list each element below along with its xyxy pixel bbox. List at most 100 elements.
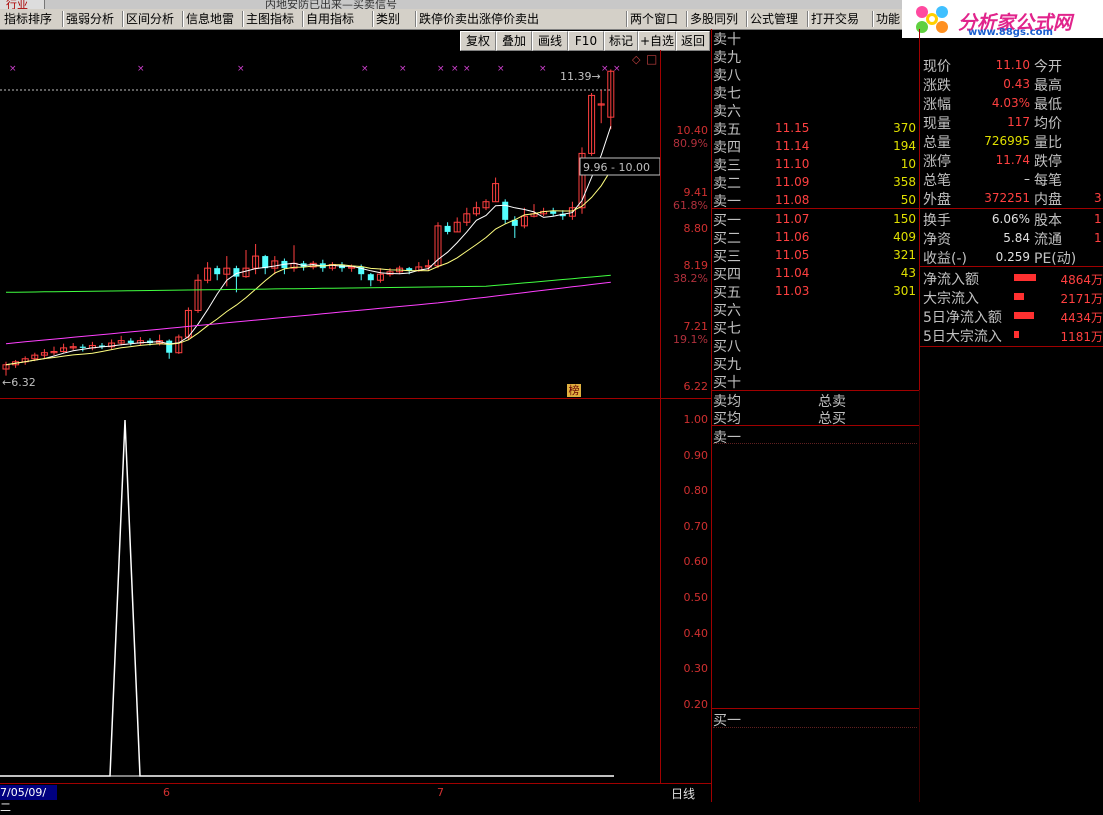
buy-level-label: 买一 [713,213,741,229]
stat-label: 总笔 [923,173,951,189]
stat-label: 涨停 [923,154,951,170]
stat-label: 净资 [923,232,951,248]
sell-level-price[interactable]: 11.09 [775,175,809,189]
indicator-tick: 0.80 [683,484,709,498]
signal-marker: × [361,64,369,74]
menu-item-9[interactable]: 多股同列 [690,10,738,28]
indicator-tick: 0.30 [683,662,709,676]
toolbar-button-5[interactable]: +自选 [638,31,676,51]
stat-label: 涨跌 [923,78,951,94]
flow-bar [1014,331,1019,338]
diamond-icon[interactable]: ◇ [632,53,640,66]
sell-level-price[interactable]: 11.10 [775,157,809,171]
buy-level-label: 买三 [713,249,741,265]
buy-level-price[interactable]: 11.05 [775,248,809,262]
sell-level-label: 卖六 [713,104,741,120]
menu-item-0[interactable]: 指标排序 [4,10,52,28]
toolbar-button-0[interactable]: 复权 [460,31,496,51]
menu-item-2[interactable]: 区间分析 [126,10,174,28]
menu-item-8[interactable]: 两个窗口 [630,10,678,28]
flow-label: 净流入额 [923,272,979,288]
stat-value: 726995 [984,134,1030,148]
candle-body-down [79,346,86,348]
signal-marker: × [137,64,145,74]
menu-item-11[interactable]: 打开交易 [811,10,859,28]
stat-label: 总量 [923,135,951,151]
signal-marker: × [451,64,459,74]
sell-level-label: 卖四 [713,140,741,156]
sell-level-price[interactable]: 11.08 [775,193,809,207]
list-badge[interactable]: 榜 [567,384,581,397]
stat-value: 11.10 [995,58,1030,72]
menu-item-10[interactable]: 公式管理 [750,10,798,28]
sell-level-price[interactable]: 11.14 [775,139,809,153]
buy-level-label: 买十 [713,375,741,391]
ma5-line [5,126,612,366]
candlestick-chart[interactable]: × × × × × × × × × × × ×11.39→←6.329.96 - 10.00 [0,50,660,398]
buy-level-label: 买七 [713,321,741,337]
buy-level-label: 买六 [713,303,741,319]
sell-level-label: 卖八 [713,68,741,84]
price-tick: 8.80 [683,222,709,235]
buy-level-volume: 301 [893,284,916,298]
logo-url: www.88gs.com [968,27,1053,38]
signal-marker: × [497,64,505,74]
period-label[interactable]: 日线 [671,785,695,802]
menu-item-5[interactable]: 自用指标 [306,10,354,28]
sell-level-label: 卖十 [713,32,741,48]
stat-label-2: 量比 [1034,135,1062,151]
toolbar-button-2[interactable]: 画线 [532,31,568,51]
signal-marker: × [539,64,547,74]
indicator-tick: 0.70 [683,519,709,533]
buy-level-price[interactable]: 11.04 [775,266,809,280]
toolbar-button-3[interactable]: F10 [568,31,604,51]
buy-level-label: 买五 [713,285,741,301]
pct-tick: 80.9% [673,137,708,150]
signal-marker: × [237,64,245,74]
menu-item-1[interactable]: 强弱分析 [66,10,114,28]
left-tab[interactable]: 行业 [0,0,45,9]
buy-level-volume: 321 [893,248,916,262]
sell-level-label: 卖一 [713,194,741,210]
flow-bar [1014,274,1036,281]
stat-label: 现价 [923,59,951,75]
buy-level-price[interactable]: 11.07 [775,212,809,226]
candle-body-down [444,225,451,232]
flow-value: 4864万 [1060,273,1103,287]
stat-value-2: 1 [1094,231,1102,245]
total-buy-label: 总买 [818,411,846,427]
stat-label-2: 跌停 [1034,154,1062,170]
toolbar-button-4[interactable]: 标记 [604,31,638,51]
range-label: 9.96 - 10.00 [583,161,650,174]
price-tick: 9.41 [683,186,709,199]
menu-item-7[interactable]: 跌停价卖出涨停价卖出 [419,10,539,28]
toolbar-button-1[interactable]: 叠加 [496,31,532,51]
stat-label-2: PE(动) [1034,251,1077,267]
ma10-line [5,170,612,366]
menu-item-12[interactable]: 功能 [876,10,900,28]
price-tick: 7.21 [683,320,709,333]
stat-label: 外盘 [923,192,951,208]
sell-level-price[interactable]: 11.15 [775,121,809,135]
candle-body-down [214,268,221,275]
menu-item-4[interactable]: 主图指标 [246,10,294,28]
menu-item-3[interactable]: 信息地雷 [186,10,234,28]
buy-level-price[interactable]: 11.06 [775,230,809,244]
pct-tick: 38.2% [673,272,708,285]
flow-label: 5日大宗流入 [923,329,1002,345]
toolbar-button-6[interactable]: 返回 [676,31,710,51]
box-icon[interactable]: □ [646,52,657,66]
indicator-tick: 0.40 [683,626,709,640]
flow-bar [1014,312,1034,319]
signal-marker: × [463,64,471,74]
stat-value: 6.06% [991,212,1030,226]
buy-level-label: 买四 [713,267,741,283]
indicator-chart[interactable] [0,400,660,783]
signal-marker: × [437,64,445,74]
stat-value: 4.03% [991,96,1030,110]
menu-item-6[interactable]: 类别 [376,10,400,28]
stat-value: 0.43 [1003,77,1030,91]
buy-level-volume: 150 [893,212,916,226]
candle-body-down [262,256,269,269]
buy-level-price[interactable]: 11.03 [775,284,809,298]
